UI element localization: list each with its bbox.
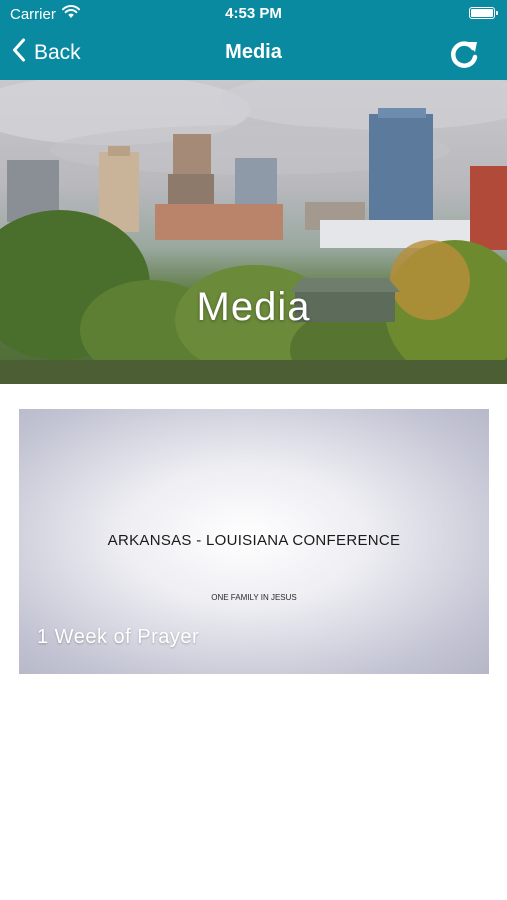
refresh-icon bbox=[451, 41, 478, 68]
battery-icon bbox=[469, 7, 498, 19]
navigation-bar: Back Media bbox=[0, 28, 507, 80]
hero-banner: Media bbox=[0, 80, 507, 384]
page-title: Media bbox=[225, 41, 282, 63]
status-bar: Carrier 4:53 PM bbox=[0, 0, 507, 28]
card-subline: ONE FAMILY IN JESUS bbox=[211, 593, 297, 602]
card-headline: ARKANSAS - LOUISIANA CONFERENCE bbox=[107, 532, 401, 549]
city-skyline-image bbox=[0, 80, 507, 384]
status-time: 4:53 PM bbox=[225, 5, 282, 22]
refresh-button[interactable] bbox=[447, 38, 481, 72]
hero-title: Media bbox=[196, 285, 311, 329]
media-item-title: 1 Week of Prayer bbox=[37, 626, 200, 648]
header: Carrier 4:53 PM Back Media bbox=[0, 0, 507, 80]
media-screen: Carrier 4:53 PM Back Media Media ARKANSA… bbox=[0, 0, 507, 900]
media-item-card[interactable]: ARKANSAS - LOUISIANA CONFERENCE ONE FAMI… bbox=[19, 409, 489, 674]
